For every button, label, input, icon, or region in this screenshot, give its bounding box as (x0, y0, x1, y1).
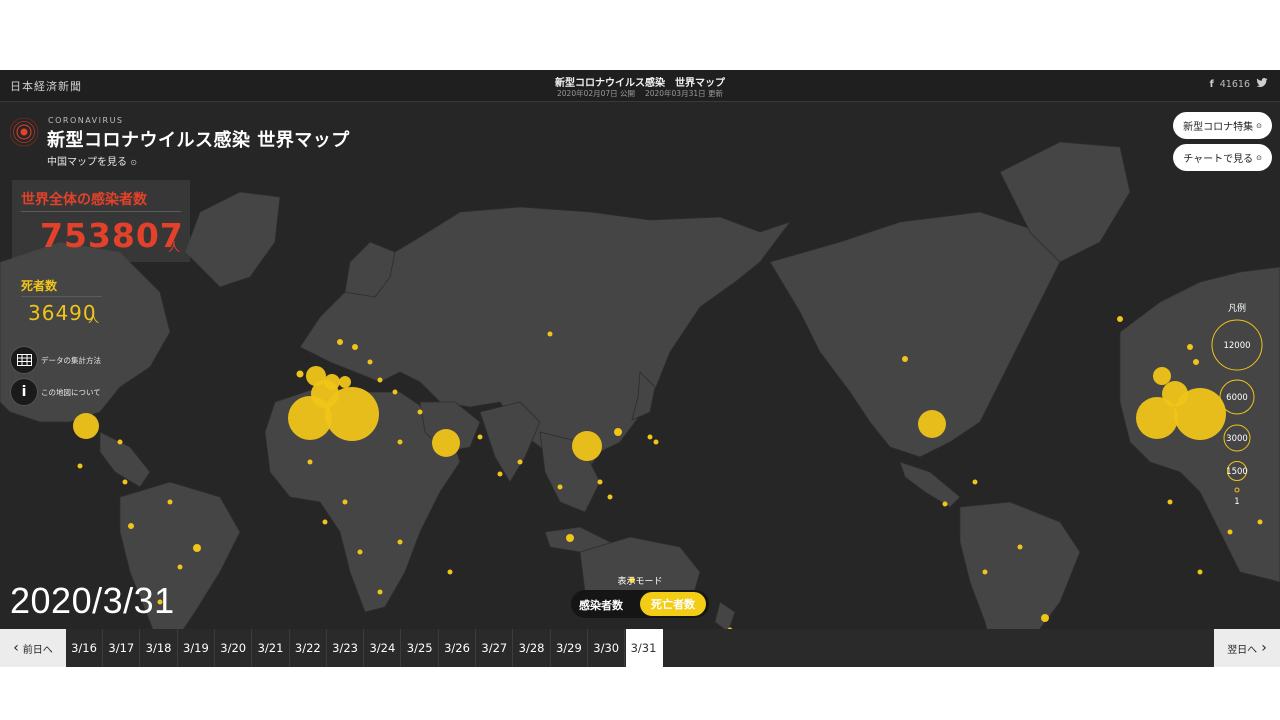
display-mode-toggle: 感染者数 死亡者数 (571, 590, 709, 618)
date-tab[interactable]: 3/27 (476, 629, 514, 667)
map-legend: 凡例 12000 6000 3000 1500 1 (1211, 302, 1263, 507)
data-method-label: データの集計方法 (41, 355, 101, 365)
facebook-count: 41616 (1219, 79, 1250, 90)
marker-benelux (324, 374, 340, 390)
date-tab[interactable]: 3/29 (551, 629, 588, 667)
legend-value-12000: 12000 (1223, 341, 1250, 351)
facebook-icon[interactable]: f (1210, 79, 1214, 90)
marker-china (572, 431, 602, 461)
special-button-label: 新型コロナ特集 (1183, 122, 1254, 133)
deaths-panel: 死者数 36490 人 (12, 268, 111, 332)
deaths-value: 36490 (28, 301, 97, 325)
date-tab[interactable]: 3/30 (588, 629, 626, 667)
deaths-unit: 人 (88, 312, 99, 325)
current-date: 2020/3/31 (10, 580, 175, 621)
cases-value: 753807 (40, 216, 184, 255)
divider (21, 211, 181, 212)
publish-dates: 2020年02月07日 公開 2020年03月31日 更新 (557, 89, 723, 98)
legend-value-1: 1 (1234, 497, 1239, 507)
info-icon: i (10, 378, 38, 406)
marker-uk-right (1153, 367, 1171, 385)
target-icon (10, 117, 39, 147)
marker-germany (339, 376, 351, 388)
table-icon (10, 346, 38, 374)
prev-day-button[interactable]: ‹ 前日へ (0, 629, 66, 667)
arrow-circle-icon: ⊙ (1256, 153, 1262, 162)
marker-usa-left (73, 413, 99, 439)
cases-unit: 人 (168, 240, 181, 254)
about-map-button[interactable]: i この地図について (10, 378, 101, 406)
date-tab[interactable]: 3/18 (141, 629, 178, 667)
china-map-link[interactable]: 中国マップを見る ⊙ (47, 153, 137, 168)
marker-france-right (1162, 381, 1188, 407)
coronavirus-special-button[interactable]: 新型コロナ特集 ⊙ (1173, 112, 1272, 139)
twitter-icon[interactable] (1256, 78, 1268, 91)
next-day-label: 翌日へ (1227, 644, 1258, 656)
date-tab[interactable]: 3/23 (327, 629, 365, 667)
share-area: f 41616 (1210, 78, 1268, 91)
date-tab[interactable]: 3/22 (290, 629, 327, 667)
date-tab[interactable]: 3/24 (364, 629, 402, 667)
date-tab[interactable]: 3/21 (253, 629, 290, 667)
cases-label: 世界全体の感染者数 (21, 192, 147, 208)
date-tab[interactable]: 3/26 (439, 629, 476, 667)
chart-button-label: チャートで見る (1183, 154, 1254, 165)
view-chart-button[interactable]: チャートで見る ⊙ (1173, 144, 1272, 171)
legend-value-6000: 6000 (1226, 393, 1248, 403)
china-map-link-label: 中国マップを見る (47, 157, 127, 168)
arrow-circle-icon: ⊙ (1256, 121, 1262, 130)
legend-value-1500: 1500 (1226, 467, 1248, 477)
cases-panel: 世界全体の感染者数 753807 人 (12, 180, 190, 262)
display-mode-label: 表示モード (617, 577, 663, 587)
date-tab[interactable]: 3/28 (514, 629, 551, 667)
date-tab[interactable]: 3/25 (402, 629, 439, 667)
arrow-circle-icon: ⊙ (130, 158, 137, 167)
map-app: 日本経済新聞 新型コロナウイルス感染 世界マップ 2020年02月07日 公開 … (0, 70, 1280, 667)
mode-cases-option[interactable]: 感染者数 (579, 597, 623, 613)
page-title: 新型コロナウイルス感染 世界マップ (555, 78, 725, 89)
divider (21, 296, 102, 297)
date-tab[interactable]: 3/19 (178, 629, 215, 667)
marker-uk (306, 366, 326, 386)
top-bar: 日本経済新聞 新型コロナウイルス感染 世界マップ 2020年02月07日 公開 … (0, 70, 1280, 102)
timeline-bar: ‹ 前日へ 3/16 3/17 3/18 3/19 3/20 3/21 3/22 3/23 3/… (0, 629, 1280, 667)
overlay-title: 新型コロナウイルス感染 世界マップ (47, 130, 350, 151)
mode-deaths-option[interactable]: 死亡者数 (640, 592, 706, 616)
data-method-button[interactable]: データの集計方法 (10, 346, 101, 374)
date-tab[interactable]: 3/31 (625, 629, 663, 667)
marker-usa (918, 410, 946, 438)
chevron-right-icon: › (1261, 640, 1267, 656)
next-day-button[interactable]: 翌日へ › (1214, 629, 1280, 667)
about-map-label: この地図について (41, 387, 101, 397)
kicker: CORONAVIRUS (48, 116, 124, 125)
date-tab[interactable]: 3/16 (66, 629, 103, 667)
landmasses (0, 141, 1280, 629)
marker-iran (432, 429, 460, 457)
legend-value-3000: 3000 (1226, 434, 1248, 444)
world-map[interactable] (0, 102, 1280, 629)
prev-day-label: 前日へ (22, 644, 53, 656)
legend-title: 凡例 (1228, 302, 1246, 314)
date-tab[interactable]: 3/20 (215, 629, 253, 667)
deaths-label: 死者数 (21, 279, 58, 293)
date-tab[interactable]: 3/17 (103, 629, 141, 667)
chevron-left-icon: ‹ (13, 640, 19, 656)
